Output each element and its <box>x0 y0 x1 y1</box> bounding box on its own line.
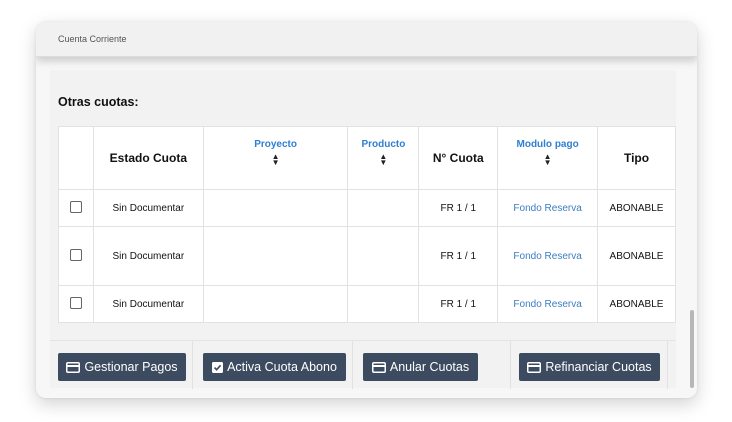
cell-estado: Sin Documentar <box>92 189 204 227</box>
cell-modulo-pago-link[interactable]: Fondo Reserva <box>497 285 599 323</box>
refinanciar-cuotas-label: Refinanciar Cuotas <box>545 360 652 374</box>
anular-cuotas-label: Anular Cuotas <box>389 360 470 374</box>
activa-cuota-abono-button[interactable]: Activa Cuota Abono <box>203 353 346 381</box>
cell-n-cuota: FR 1 / 1 <box>418 189 499 227</box>
divider <box>667 341 668 389</box>
cell-n-cuota: FR 1 / 1 <box>418 285 499 323</box>
gestionar-pagos-button[interactable]: Gestionar Pagos <box>58 353 186 381</box>
otras-cuotas-panel: Otras cuotas: Estado Cuota Proyecto ▲ ▼ P… <box>50 70 676 389</box>
cell-proyecto <box>202 189 349 227</box>
cell-producto <box>347 285 420 323</box>
column-header-producto[interactable]: Producto ▲ ▼ <box>347 126 420 190</box>
table-row: Sin Documentar FR 1 / 1 Fondo Reserva AB… <box>58 226 676 286</box>
column-header-tipo: Tipo <box>597 126 676 190</box>
gestionar-pagos-label: Gestionar Pagos <box>84 360 178 374</box>
window-header: Cuenta Corriente <box>36 22 697 57</box>
action-button-row: Gestionar Pagos Activa Cuota Abono Anula… <box>50 340 676 389</box>
cuenta-corriente-window: Cuenta Corriente Otras cuotas: Estado Cu… <box>36 22 697 398</box>
table-row: Sin Documentar FR 1 / 1 Fondo Reserva AB… <box>58 285 676 323</box>
column-header-modulo-pago[interactable]: Modulo pago ▲ ▼ <box>497 126 599 190</box>
column-header-n-cuota: N° Cuota <box>418 126 499 190</box>
column-header-proyecto[interactable]: Proyecto ▲ ▼ <box>202 126 349 190</box>
row-checkbox[interactable] <box>69 200 82 213</box>
cell-modulo-pago-link[interactable]: Fondo Reserva <box>497 189 599 227</box>
activa-cuota-abono-label: Activa Cuota Abono <box>227 360 337 374</box>
header-title: Cuenta Corriente <box>58 34 127 44</box>
column-header-estado: Estado Cuota <box>92 126 204 190</box>
cell-modulo-pago-link[interactable]: Fondo Reserva <box>497 226 599 286</box>
credit-card-icon <box>527 361 542 373</box>
cell-producto <box>347 226 420 286</box>
row-checkbox[interactable] <box>69 248 82 261</box>
cell-tipo: ABONABLE <box>597 189 676 227</box>
credit-card-icon <box>371 361 386 373</box>
divider <box>352 341 353 389</box>
row-checkbox[interactable] <box>69 296 82 309</box>
table-row: Sin Documentar FR 1 / 1 Fondo Reserva AB… <box>58 189 676 227</box>
divider <box>510 341 511 389</box>
anular-cuotas-button[interactable]: Anular Cuotas <box>363 353 478 381</box>
cell-n-cuota: FR 1 / 1 <box>418 226 499 286</box>
cell-producto <box>347 189 420 227</box>
cuotas-table: Estado Cuota Proyecto ▲ ▼ Producto ▲ ▼ N° … <box>58 126 676 323</box>
sort-icon[interactable]: ▲ ▼ <box>348 153 418 167</box>
sort-icon[interactable]: ▲ ▼ <box>204 153 348 167</box>
cell-proyecto <box>202 285 349 323</box>
divider <box>192 341 193 389</box>
vertical-scrollbar[interactable] <box>690 310 694 388</box>
credit-card-icon <box>66 361 81 373</box>
column-header-select <box>58 126 94 190</box>
cell-estado: Sin Documentar <box>92 285 204 323</box>
cell-tipo: ABONABLE <box>597 226 676 286</box>
section-title: Otras cuotas: <box>58 95 139 109</box>
table-header-row: Estado Cuota Proyecto ▲ ▼ Producto ▲ ▼ N° … <box>58 126 676 190</box>
cell-proyecto <box>202 226 349 286</box>
refinanciar-cuotas-button[interactable]: Refinanciar Cuotas <box>519 353 660 381</box>
cell-estado: Sin Documentar <box>92 226 204 286</box>
check-square-icon <box>212 361 224 373</box>
cell-tipo: ABONABLE <box>597 285 676 323</box>
sort-icon[interactable]: ▲ ▼ <box>498 153 597 167</box>
